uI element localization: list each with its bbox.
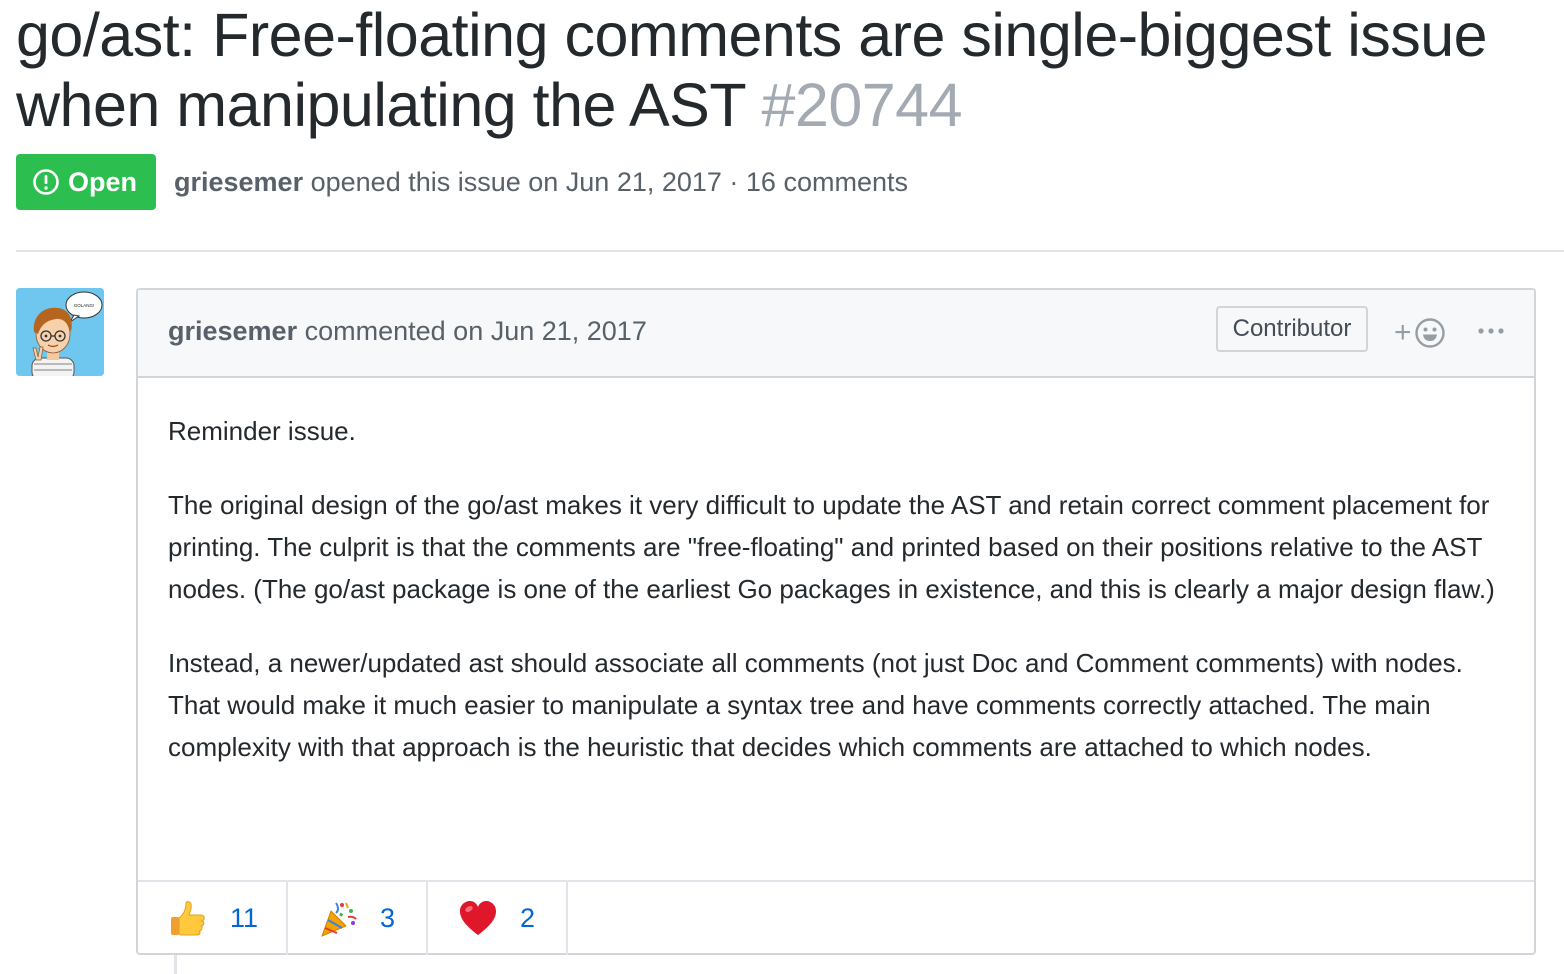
plus-icon: + [1394,316,1412,349]
issue-opened-text: opened this issue on Jun 21, 2017 · 16 c… [310,166,908,197]
add-reaction-button[interactable]: + [1394,314,1454,352]
issue-author-link[interactable]: griesemer [174,167,303,197]
comment-timestamp-link[interactable]: commented on Jun 21, 2017 [305,316,647,346]
avatar-bubble-text: GOLANG! [74,303,95,308]
reaction-hooray-button[interactable]: 3 [288,882,428,955]
thumbs-up-icon [171,900,205,935]
issue-number: #20744 [761,71,963,139]
timeline-line [174,954,177,974]
issue-state-label: Open [68,166,138,197]
issue-state-badge: Open [16,154,156,210]
party-popper-icon [321,901,357,937]
reaction-thumbs-up-button[interactable]: 11 [138,882,288,955]
reaction-heart-button[interactable]: 2 [428,882,568,955]
issue-meta: Open griesemer opened this issue on Jun … [16,154,908,210]
issue-title: go/ast: Free-floating comments are singl… [16,0,1556,140]
header-divider [16,250,1564,252]
reaction-count: 11 [230,903,259,933]
comment-header-text: griesemer commented on Jun 21, 2017 [168,316,647,347]
more-options-icon[interactable] [1476,316,1506,346]
smiley-icon [1414,318,1445,348]
heart-icon [460,900,496,935]
comment-paragraph: Reminder issue. [168,416,356,446]
issue-title-text: go/ast: Free-floating comments are singl… [16,1,1488,139]
issue-meta-text: griesemer opened this issue on Jun 21, 2… [174,167,908,198]
comment-paragraph: Instead, a newer/updated ast should asso… [168,648,1463,762]
reaction-count: 3 [380,903,396,933]
comment-author-link[interactable]: griesemer [168,316,297,346]
reaction-count: 2 [520,903,536,933]
avatar-image: GOLANG! [16,288,104,376]
comment-paragraph: The original design of the go/ast makes … [168,490,1495,604]
comment-box: griesemer commented on Jun 21, 2017 Cont… [136,288,1536,955]
comment-header: griesemer commented on Jun 21, 2017 Cont… [138,290,1534,378]
reactions-bar: 11 3 2 [138,880,1534,955]
comment-body: Reminder issue. The original design of t… [168,410,1508,800]
author-role-badge: Contributor [1216,306,1368,352]
issue-opened-icon [33,169,59,195]
avatar[interactable]: GOLANG! [16,288,104,376]
